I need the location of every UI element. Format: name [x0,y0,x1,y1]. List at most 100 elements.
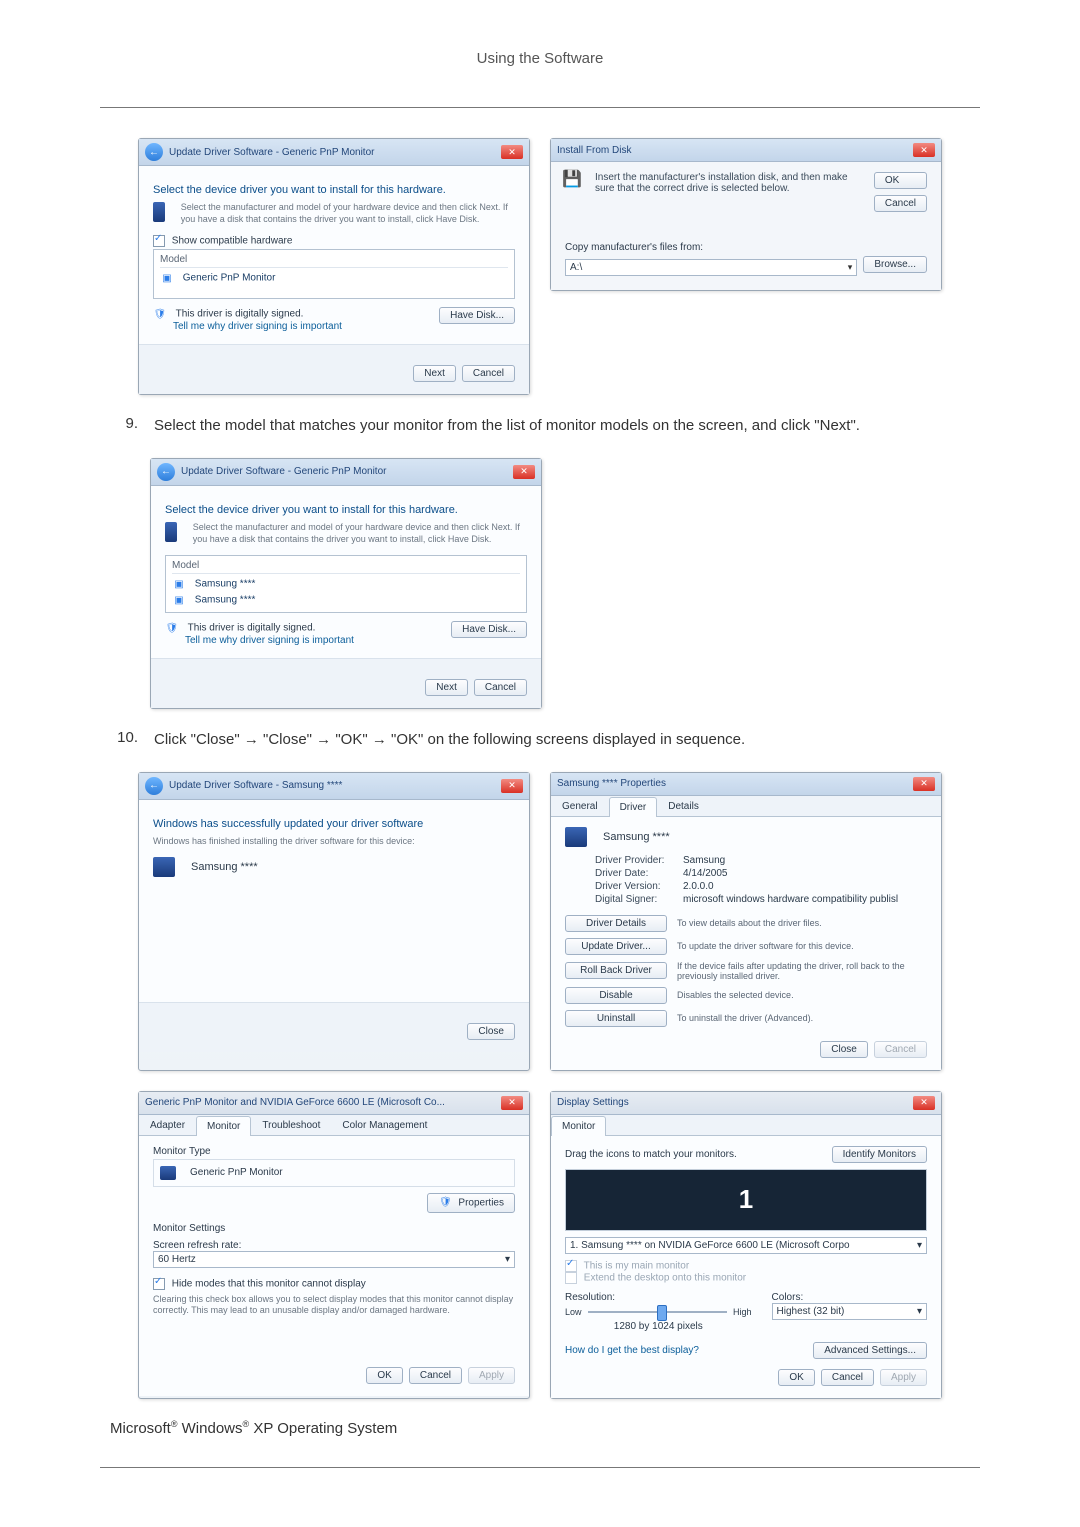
back-icon[interactable]: ← [145,777,163,795]
ok-button[interactable]: OK [778,1369,814,1386]
disable-button[interactable]: Disable [565,987,667,1004]
step-number: 10. [110,729,138,752]
resolution-slider[interactable]: Low High [565,1307,752,1317]
extend-desktop-checkbox [565,1272,577,1284]
dialog-install-from-disk: Install From Disk ✕ 💾 Insert the manufac… [550,138,942,291]
have-disk-button[interactable]: Have Disk... [451,621,527,638]
slider-thumb[interactable] [657,1305,667,1321]
advanced-settings-button[interactable]: Advanced Settings... [813,1342,927,1359]
close-icon[interactable]: ✕ [913,1096,935,1110]
monitor-preview[interactable]: 1 [565,1169,927,1231]
why-signing-link[interactable]: Tell me why driver signing is important [185,635,354,646]
monitor-icon [160,1166,176,1180]
close-button[interactable]: Close [467,1023,515,1040]
extend-desktop-label: Extend the desktop onto this monitor [584,1272,746,1283]
list-item[interactable]: ▣ Generic PnP Monitor [160,270,508,286]
shield-icon: 🛡 [153,307,167,321]
cancel-button: Cancel [874,1041,927,1058]
drag-instruction: Drag the icons to match your monitors. [565,1149,737,1160]
monitor-select[interactable]: 1. Samsung **** on NVIDIA GeForce 6600 L… [565,1237,927,1254]
hide-modes-label: Hide modes that this monitor cannot disp… [172,1278,366,1289]
tab-troubleshoot[interactable]: Troubleshoot [251,1115,331,1135]
driver-details-button[interactable]: Driver Details [565,915,667,932]
close-button[interactable]: Close [820,1041,868,1058]
chevron-down-icon: ▾ [917,1306,922,1317]
shield-icon: 🛡 [165,621,179,635]
cancel-button[interactable]: Cancel [474,679,527,696]
cancel-button[interactable]: Cancel [462,365,515,382]
show-compatible-checkbox[interactable] [153,235,165,247]
dialog-title: Update Driver Software - Generic PnP Mon… [169,147,374,158]
chevron-down-icon: ▾ [848,262,853,273]
copy-from-combo[interactable]: A:\ ▾ [565,259,857,276]
close-icon[interactable]: ✕ [501,145,523,159]
close-icon[interactable]: ✕ [913,777,935,791]
cancel-button[interactable]: Cancel [874,195,927,212]
close-icon[interactable]: ✕ [501,1096,523,1110]
back-icon[interactable]: ← [145,143,163,161]
browse-button[interactable]: Browse... [863,256,927,273]
tab-driver[interactable]: Driver [609,797,658,817]
properties-button[interactable]: 🛡Properties [427,1193,515,1213]
dialog-title: Update Driver Software - Samsung **** [169,780,342,791]
cancel-button[interactable]: Cancel [409,1367,462,1384]
hide-modes-checkbox[interactable] [153,1278,165,1290]
dialog-update-done: ← Update Driver Software - Samsung **** … [138,772,530,1071]
update-driver-button[interactable]: Update Driver... [565,938,667,955]
step-text: Click "Close" → "Close" → "OK" → "OK" on… [154,729,980,752]
header-rule [100,107,980,108]
ok-button[interactable]: OK [874,172,927,189]
dialog-subtext: Select the manufacturer and model of you… [181,202,515,225]
next-button[interactable]: Next [413,365,456,382]
dialog-heading: Windows has successfully updated your dr… [153,818,515,830]
uninstall-button[interactable]: Uninstall [565,1010,667,1027]
cancel-button[interactable]: Cancel [821,1369,874,1386]
list-item[interactable]: ▣ Samsung **** [172,592,520,608]
identify-monitors-button[interactable]: Identify Monitors [832,1146,927,1163]
main-monitor-label: This is my main monitor [584,1260,690,1271]
tab-monitor[interactable]: Monitor [196,1116,251,1136]
chevron-down-icon: ▾ [917,1240,922,1251]
listbox-header: Model [172,560,520,574]
footer-rule [100,1467,980,1468]
step-text: Select the model that matches your monit… [154,415,980,438]
model-listbox[interactable]: Model ▣ Generic PnP Monitor [153,249,515,299]
next-button[interactable]: Next [425,679,468,696]
signed-label: This driver is digitally signed. [176,309,304,320]
monitor-item-icon: ▣ [172,577,186,591]
model-listbox[interactable]: Model ▣ Samsung **** ▣ Samsung **** [165,555,527,613]
resolution-label: Resolution: [565,1292,752,1303]
dialog-subtext: Windows has finished installing the driv… [153,836,515,848]
slider-low-label: Low [565,1307,582,1317]
dialog-update-driver-generic: ← Update Driver Software - Generic PnP M… [138,138,530,395]
dialog-title: Install From Disk [557,145,631,156]
dialog-device-properties: Samsung **** Properties ✕ General Driver… [550,772,942,1071]
close-icon[interactable]: ✕ [513,465,535,479]
tab-general[interactable]: General [551,796,609,816]
tab-adapter[interactable]: Adapter [139,1115,196,1135]
back-icon[interactable]: ← [157,463,175,481]
apply-button: Apply [468,1367,515,1384]
monitor-icon [153,202,165,222]
close-icon[interactable]: ✕ [913,143,935,157]
have-disk-button[interactable]: Have Disk... [439,307,515,324]
list-item[interactable]: ▣ Samsung **** [172,576,520,592]
dialog-title: Display Settings [557,1097,629,1108]
tab-details[interactable]: Details [657,796,710,816]
monitor-settings-label: Monitor Settings [153,1223,515,1234]
tab-color-management[interactable]: Color Management [331,1115,438,1135]
monitor-number: 1 [739,1184,753,1215]
tab-monitor[interactable]: Monitor [551,1116,606,1136]
main-monitor-checkbox [565,1260,577,1272]
copy-from-label: Copy manufacturer's files from: [565,242,927,253]
shield-icon: 🛡 [438,1196,452,1210]
ok-button[interactable]: OK [366,1367,402,1384]
why-signing-link[interactable]: Tell me why driver signing is important [173,321,342,332]
monitor-icon [165,522,177,542]
close-icon[interactable]: ✕ [501,779,523,793]
refresh-rate-select[interactable]: 60 Hertz ▾ [153,1251,515,1268]
colors-select[interactable]: Highest (32 bit) ▾ [772,1303,927,1320]
best-display-link[interactable]: How do I get the best display? [565,1345,699,1356]
install-instruction: Insert the manufacturer's installation d… [595,172,864,194]
rollback-driver-button[interactable]: Roll Back Driver [565,962,667,979]
